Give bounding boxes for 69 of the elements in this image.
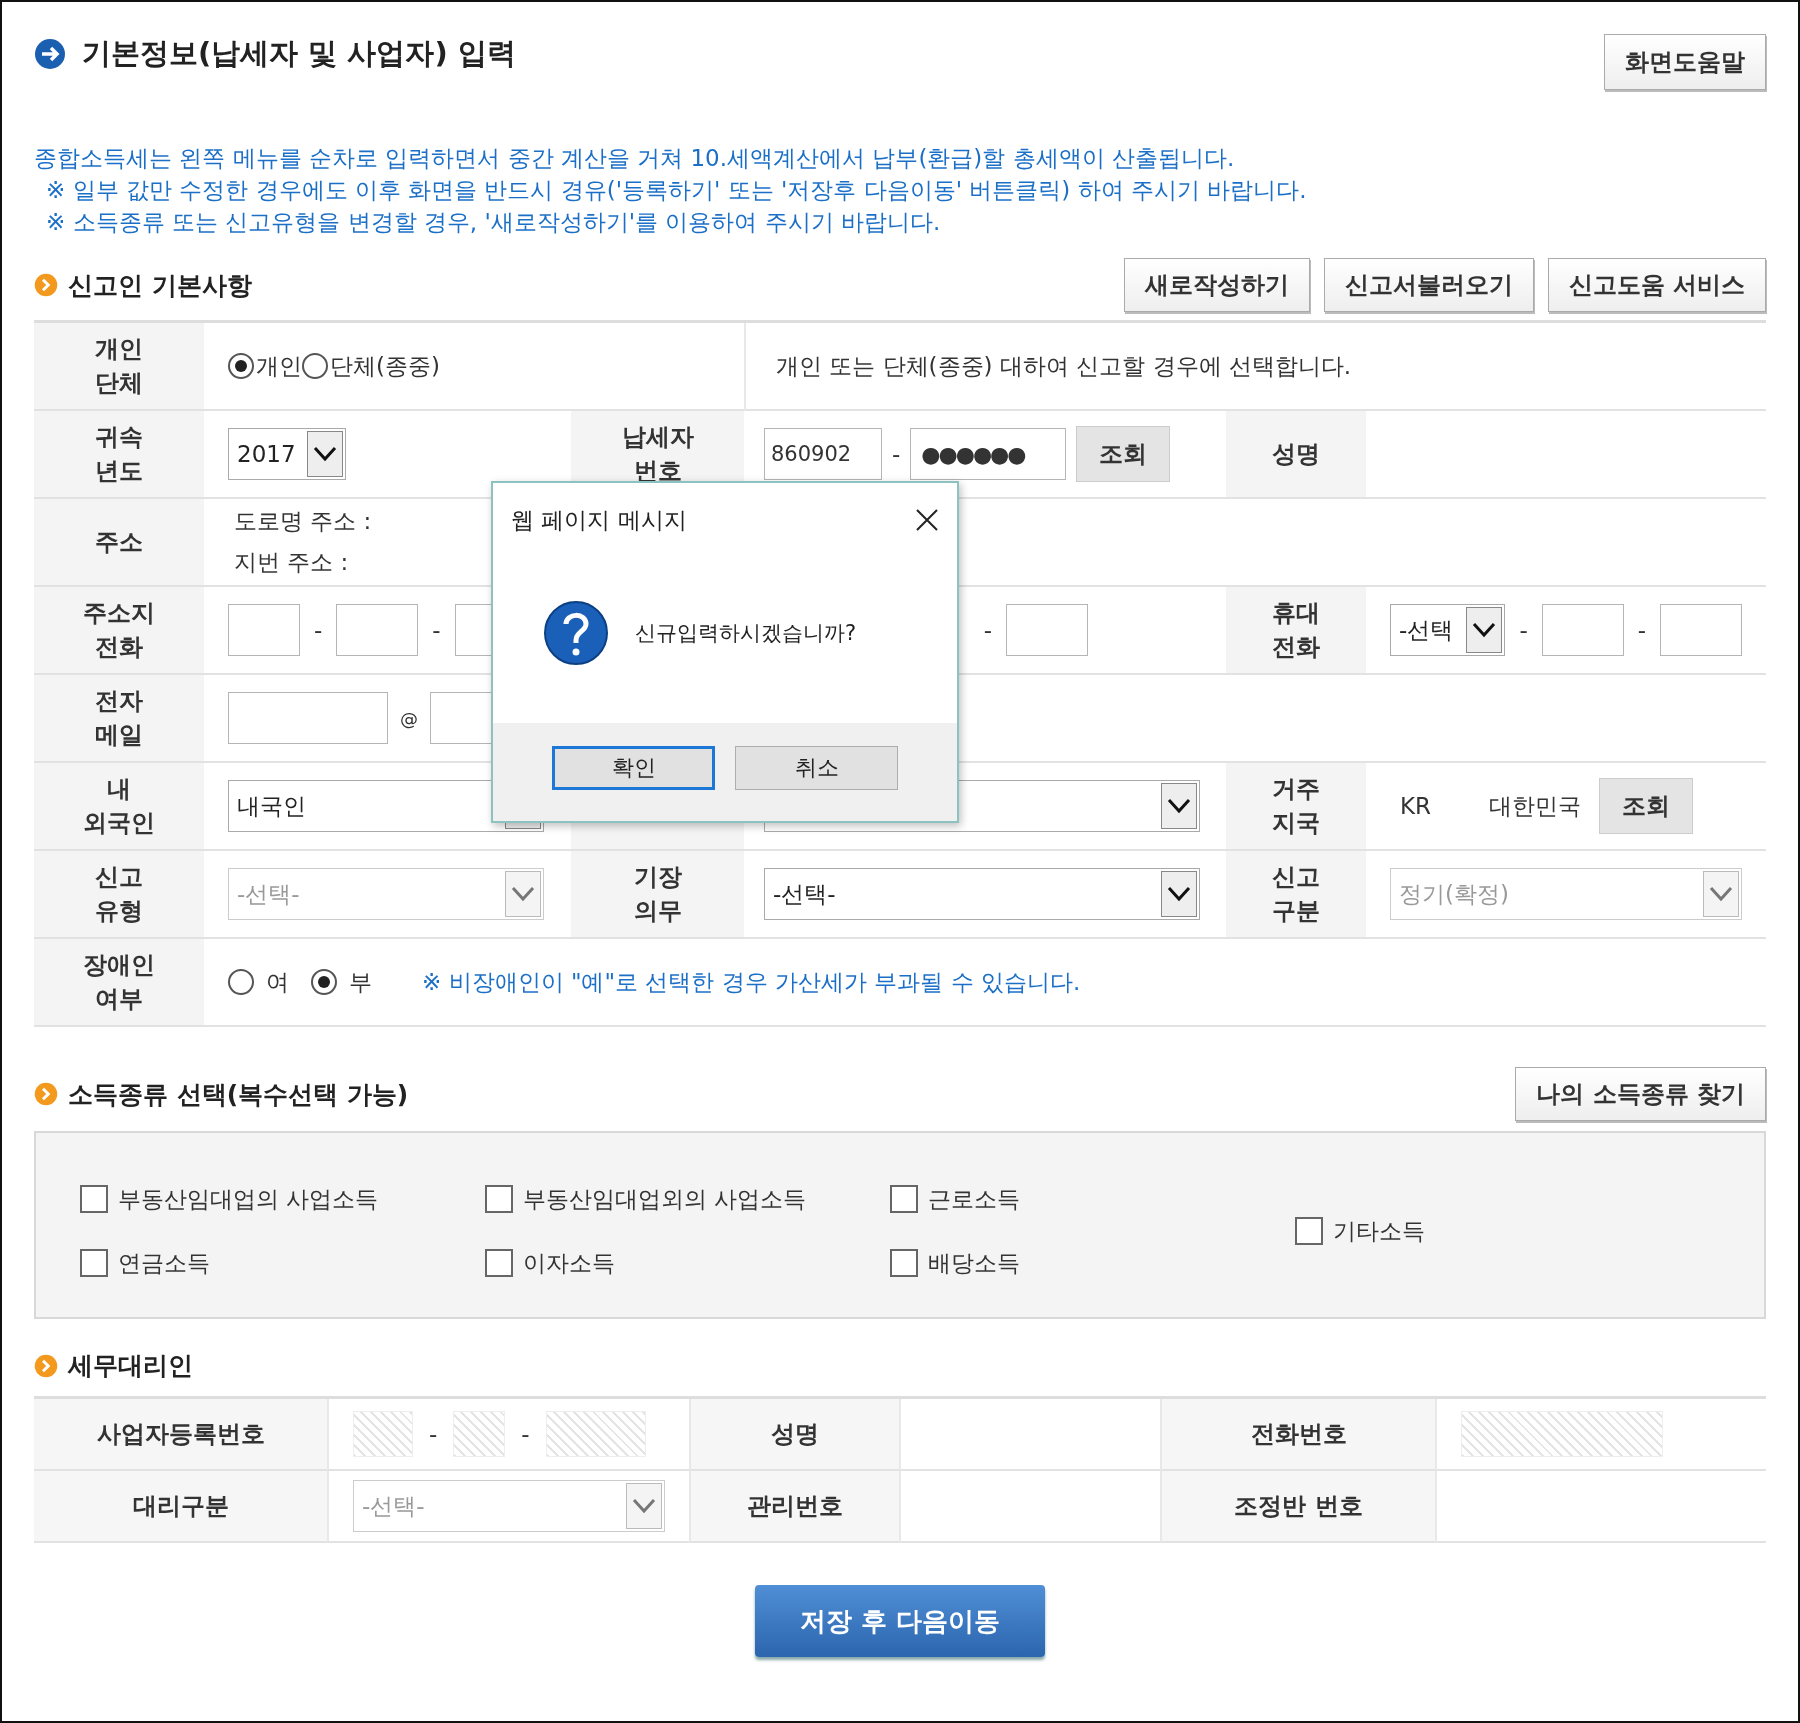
- field-label: 기장 의무: [571, 851, 744, 939]
- dialog-title: 웹 페이지 메시지: [511, 505, 687, 535]
- country-name: 대한민국: [1489, 791, 1582, 821]
- input-field[interactable]: ●●●●●●: [910, 428, 1067, 480]
- field-label: 사업자등록번호: [34, 1399, 327, 1471]
- checkbox-option[interactable]: 연금소득: [80, 1247, 210, 1279]
- warning-text: ※ 비장애인이 "예"로 선택한 경우 가산세가 부과될 수 있습니다.: [422, 967, 1081, 997]
- notice-text: 종합소득세는 왼쪽 메뉴를 순차로 입력하면서 중간 계산을 거쳐 10.세액계산에서 납부(환급)할 총세액이 산출됩니다.: [34, 144, 1236, 173]
- field-label: 성명: [1226, 411, 1366, 499]
- dash-separator: -: [1519, 617, 1528, 643]
- dash-separator: -: [1637, 617, 1646, 643]
- checkbox-option[interactable]: 부동산임대업외의 사업소득: [485, 1183, 807, 1215]
- radio-option[interactable]: 개인: [228, 350, 302, 382]
- field-label: 휴대 전화: [1226, 587, 1366, 675]
- at-sign: @: [400, 707, 418, 729]
- field-label: 전화번호: [1160, 1399, 1435, 1471]
- dash-separator: -: [432, 617, 441, 643]
- field-label: 신고 유형: [34, 851, 204, 939]
- notice-text: ※ 소득종류 또는 신고유형을 변경할 경우, '새로작성하기'를 이용하여 주시기 바랍니다.: [45, 208, 942, 237]
- dash-separator: -: [429, 1421, 438, 1447]
- dash-separator: -: [892, 441, 901, 467]
- checkbox-option[interactable]: 배당소득: [890, 1247, 1020, 1279]
- address-label: 지번 주소 :: [234, 548, 350, 577]
- address-label: 도로명 주소 :: [234, 507, 372, 536]
- radio-option[interactable]: 단체(종중): [302, 350, 440, 382]
- field-label: 내 외국인: [34, 763, 204, 851]
- action-button[interactable]: 신고도움 서비스: [1547, 258, 1766, 312]
- field-label: 성명: [689, 1399, 899, 1471]
- field-label: 조정반 번호: [1160, 1471, 1435, 1543]
- dialog-button[interactable]: 취소: [735, 746, 898, 790]
- dialog-button[interactable]: 확인: [552, 746, 715, 790]
- dash-separator: -: [521, 1421, 530, 1447]
- field-label: 개인 단체: [34, 323, 204, 411]
- notice-text: ※ 일부 값만 수정한 경우에도 이후 화면을 반드시 경유('등록하기' 또는 '저장후 다음이동' 버튼클릭) 하여 주시기 바랍니다.: [45, 176, 1308, 205]
- select-field[interactable]: 2017: [228, 428, 346, 480]
- lookup-button[interactable]: 조회: [1599, 778, 1694, 834]
- section-title: 신고인 기본사항: [68, 269, 252, 302]
- field-label: 주소: [34, 499, 204, 587]
- section-title: 세무대리인: [68, 1350, 193, 1382]
- action-button[interactable]: 신고서불러오기: [1323, 258, 1534, 312]
- page-title: 기본정보(납세자 및 사업자) 입력: [82, 35, 516, 72]
- section-title: 소득종류 선택(복수선택 가능): [68, 1078, 409, 1111]
- save-next-button[interactable]: 저장 후 다음이동: [755, 1585, 1045, 1657]
- field-label: 거주 지국: [1226, 763, 1366, 851]
- select-field[interactable]: -선택-: [764, 868, 1200, 920]
- find-income-button[interactable]: 나의 소득종류 찾기: [1515, 1067, 1766, 1121]
- checkbox-option[interactable]: 부동산임대업의 사업소득: [80, 1183, 379, 1215]
- field-label: 전자 메일: [34, 675, 204, 763]
- checkbox-option[interactable]: 이자소득: [485, 1247, 615, 1279]
- checkbox-option[interactable]: 근로소득: [890, 1183, 1020, 1215]
- radio-option[interactable]: 여: [228, 966, 289, 998]
- input-field[interactable]: 860902: [764, 428, 882, 480]
- field-label: 귀속 년도: [34, 411, 204, 499]
- lookup-button[interactable]: 조회: [1076, 426, 1171, 482]
- help-button[interactable]: 화면도움말: [1604, 34, 1766, 90]
- select-field[interactable]: -선택: [1390, 604, 1506, 656]
- dash-separator: -: [314, 617, 323, 643]
- radio-option[interactable]: 부: [311, 966, 372, 998]
- action-button[interactable]: 새로작성하기: [1123, 258, 1310, 312]
- dash-separator: -: [983, 617, 992, 643]
- hint-text: 개인 또는 단체(종중) 대하여 신고할 경우에 선택합니다.: [776, 351, 1352, 381]
- country-code: KR: [1400, 793, 1432, 819]
- field-label: 대리구분: [34, 1471, 327, 1543]
- field-label: 주소지 전화: [34, 587, 204, 675]
- field-label: 관리번호: [689, 1471, 899, 1543]
- checkbox-option[interactable]: 기타소득: [1295, 1215, 1425, 1247]
- field-label: 신고 구분: [1226, 851, 1366, 939]
- dialog-message: 신규입력하시겠습니까?: [635, 620, 857, 647]
- field-label: 장애인 여부: [34, 939, 204, 1027]
